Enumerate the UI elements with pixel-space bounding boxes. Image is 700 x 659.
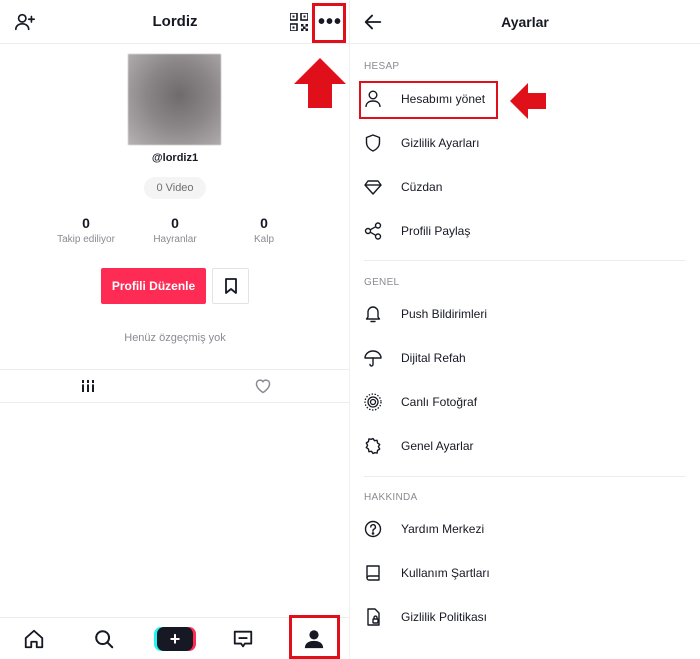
settings-item-privacy-policy[interactable]: Gizlilik Politikası [360,599,690,635]
settings-item-push-notifications[interactable]: Push Bildirimleri [360,296,690,332]
stat-likes[interactable]: 0 Kalp [214,215,314,245]
settings-item-label: Gizlilik Ayarları [401,136,480,150]
diamond-icon [362,176,384,198]
settings-item-privacy[interactable]: Gizlilik Ayarları [360,125,690,161]
username: @lordiz1 [151,152,199,164]
tab-videos[interactable] [0,370,175,402]
red-arrow-up-icon [294,58,346,108]
bio-text: Henüz özgeçmiş yok [124,332,226,344]
gear-icon [362,435,384,457]
video-count-badge: 0 Video [144,177,206,199]
section-header-general: GENEL [364,277,400,288]
settings-item-label: Push Bildirimleri [401,307,488,321]
profile-tabs [0,369,350,403]
nav-home[interactable] [14,618,54,659]
privacy-document-icon [362,606,384,628]
edit-profile-button[interactable]: Profili Düzenle [101,268,206,304]
settings-title: Ayarlar [501,14,549,30]
settings-item-label: Canlı Fotoğraf [401,395,478,409]
share-icon [362,220,384,242]
stat-followers[interactable]: 0 Hayranlar [125,215,225,245]
plus-icon: + [157,627,193,651]
search-icon [95,630,114,649]
home-icon [24,629,44,649]
stat-value: 0 [171,215,179,231]
red-arrow-left-icon [510,83,546,119]
settings-item-wallet[interactable]: Cüzdan [360,169,690,205]
settings-item-label: Cüzdan [401,180,443,194]
settings-item-label: Kullanım Şartları [401,566,490,580]
heart-icon [255,379,270,394]
tab-liked[interactable] [175,370,350,402]
settings-item-label: Genel Ayarlar [401,439,474,453]
stat-label: Kalp [253,234,274,245]
profile-top-bar: Lordiz ••• [0,0,350,44]
profile-tab-highlight [289,615,340,659]
avatar[interactable] [128,54,221,145]
settings-top-bar: Ayarlar [350,0,700,44]
settings-item-help-center[interactable]: Yardım Merkezi [360,511,690,547]
settings-item-general-settings[interactable]: Genel Ayarlar [360,428,690,464]
stat-following[interactable]: 0 Takip ediliyor [36,215,136,245]
settings-item-label: Dijital Refah [401,351,466,365]
settings-item-terms[interactable]: Kullanım Şartları [360,555,690,591]
settings-item-live-photo[interactable]: Canlı Fotoğraf [360,384,690,420]
stat-value: 0 [260,215,268,231]
nav-discover[interactable] [84,618,124,659]
umbrella-icon [362,347,384,369]
shield-icon [362,132,384,154]
book-icon [362,562,384,584]
settings-item-label: Yardım Merkezi [401,522,485,536]
qr-code-icon[interactable] [290,13,308,31]
grid-icon [80,380,95,392]
section-divider [364,476,686,477]
section-header-account: HESAP [364,61,400,72]
section-header-about: HAKKINDA [364,492,418,503]
stat-label: Hayranlar [153,234,197,245]
settings-screen: Ayarlar HESAP Hesabımı yönet Gizlilik Ay… [350,0,700,659]
stat-value: 0 [82,215,90,231]
settings-item-digital-wellbeing[interactable]: Dijital Refah [360,340,690,376]
section-divider [364,260,686,261]
help-icon [362,518,384,540]
settings-item-label: Gizlilik Politikası [401,610,488,624]
live-photo-icon [362,391,384,413]
inbox-icon [233,630,253,648]
nav-inbox[interactable] [223,618,263,659]
bookmarks-button[interactable] [212,268,249,304]
nav-create[interactable]: + [155,618,195,659]
bell-icon [362,303,384,325]
manage-account-highlight [359,81,498,119]
more-options-highlight [312,3,346,43]
bookmark-icon [224,278,237,294]
profile-screen: Lordiz ••• @lordiz1 0 Video 0 Takip edil… [0,0,350,659]
settings-item-label: Profili Paylaş [401,224,471,238]
stat-label: Takip ediliyor [57,234,115,245]
settings-item-share-profile[interactable]: Profili Paylaş [360,213,690,249]
